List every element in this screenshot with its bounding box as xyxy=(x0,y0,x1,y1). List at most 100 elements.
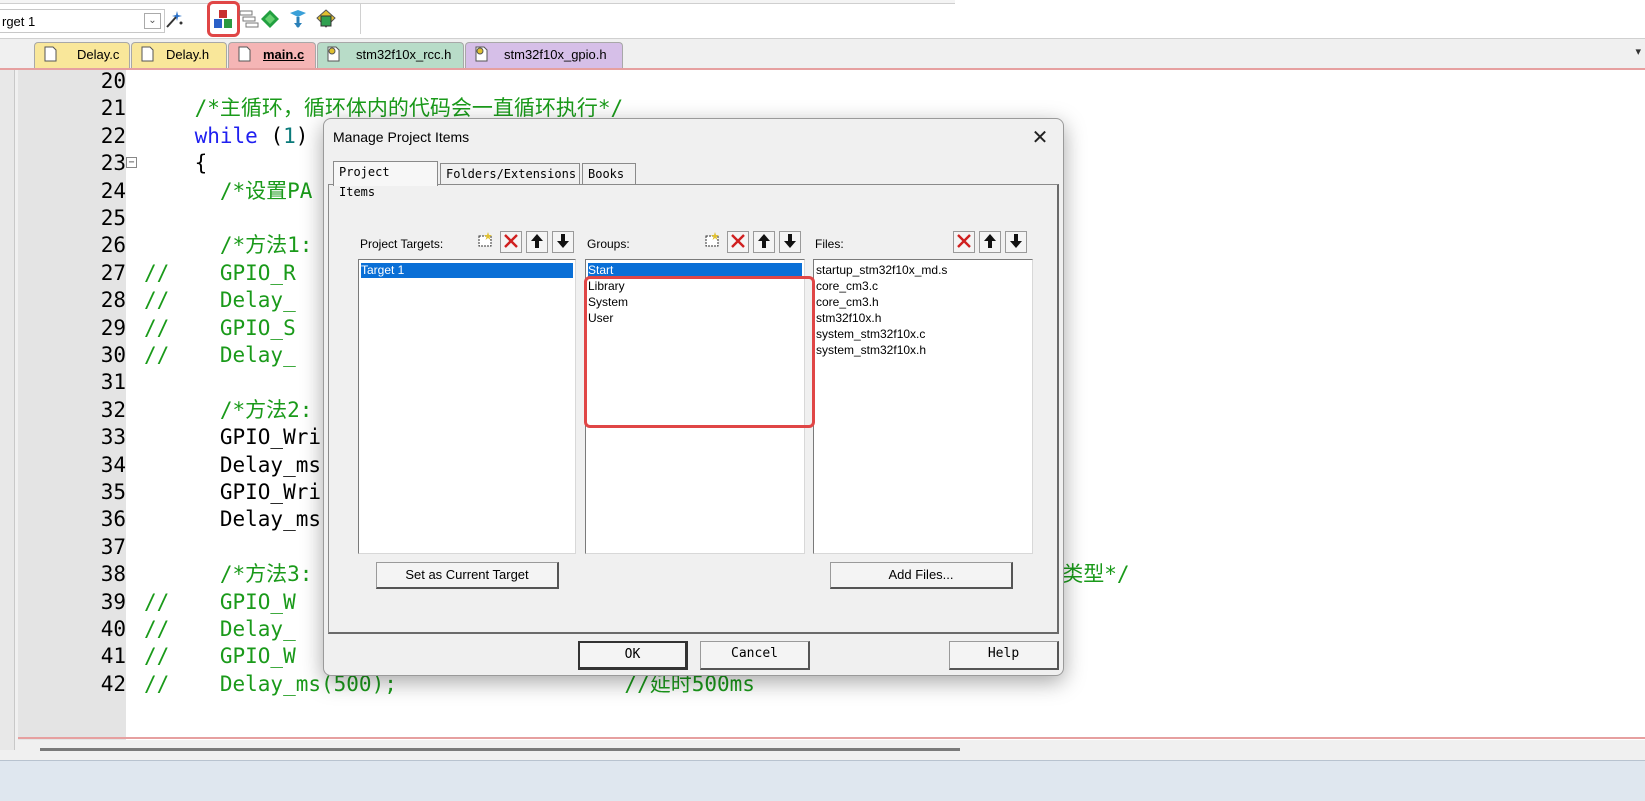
line-number: 30 xyxy=(100,343,126,367)
line-number: 38 xyxy=(100,562,126,587)
code-text: while (1) xyxy=(194,123,309,148)
file-item[interactable]: stm32f10x.h xyxy=(816,311,881,326)
tab-label: stm32f10x_gpio.h xyxy=(504,47,607,62)
file-item[interactable]: core_cm3.h xyxy=(816,295,879,310)
line-number: 40 xyxy=(100,617,126,641)
status-bar xyxy=(0,760,1645,801)
file-item[interactable]: system_stm32f10x.h xyxy=(816,343,926,358)
line-number: 20 xyxy=(100,70,126,93)
add-files-button[interactable]: Add Files... xyxy=(830,562,1013,589)
download-icon[interactable] xyxy=(287,8,309,30)
delete-file-icon[interactable] xyxy=(953,231,975,253)
close-icon[interactable]: ✕ xyxy=(1025,124,1055,152)
files-label: Files: xyxy=(815,237,844,251)
line-number: 29 xyxy=(100,315,126,340)
editor-bottom-border xyxy=(18,737,1645,739)
targets-listbox[interactable]: Target 1 xyxy=(358,259,576,554)
move-up-icon[interactable] xyxy=(979,231,1001,253)
pack-installer-icon[interactable] xyxy=(315,8,337,30)
line-number: 34 xyxy=(100,452,126,477)
toolbar-highlight-box xyxy=(207,1,240,37)
line-number: 31 xyxy=(100,370,126,395)
line-number: 21 xyxy=(100,96,126,121)
chevron-down-icon[interactable]: ⌄ xyxy=(144,13,161,29)
tab-stm32f10x-rcc-h[interactable]: stm32f10x_rcc.h xyxy=(317,42,464,68)
line-number: 26 xyxy=(100,233,126,258)
code-text: // Delay_ xyxy=(144,617,296,641)
line-number: 25 xyxy=(100,206,126,230)
line-number: 36 xyxy=(100,507,126,532)
set-as-current-target-button[interactable]: Set as Current Target xyxy=(376,562,559,589)
chevron-down-icon[interactable]: ▾ xyxy=(1635,45,1641,58)
code-text: Delay_ms xyxy=(144,452,322,477)
move-down-icon[interactable] xyxy=(1005,231,1027,253)
magic-wand-icon[interactable] xyxy=(163,8,185,30)
line-number: 42 xyxy=(100,671,126,696)
toolbar: rget 1 ⌄ xyxy=(0,0,1645,39)
stack-icon[interactable] xyxy=(238,8,260,30)
target-item[interactable]: Target 1 xyxy=(361,263,573,278)
file-item[interactable]: core_cm3.c xyxy=(816,279,878,294)
tab-books[interactable]: Books xyxy=(582,163,636,185)
fold-toggle-icon[interactable]: − xyxy=(126,157,137,169)
toolbar-separator xyxy=(360,4,361,34)
move-up-icon[interactable] xyxy=(526,231,548,253)
window-top-edge xyxy=(0,0,955,4)
code-text: // Delay_ xyxy=(144,343,296,367)
target-select[interactable]: rget 1 ⌄ xyxy=(0,9,165,33)
horizontal-scrollbar[interactable] xyxy=(40,748,960,751)
tab-delay-c[interactable]: Delay.c xyxy=(34,42,130,68)
tab-main-c[interactable]: main.c xyxy=(228,42,316,68)
green-diamond-icon[interactable] xyxy=(259,8,281,30)
delete-group-icon[interactable] xyxy=(727,231,749,253)
dialog-title: Manage Project Items xyxy=(333,129,470,145)
line-number: 24 xyxy=(100,178,126,203)
ok-button[interactable]: OK xyxy=(578,641,688,670)
code-text: /*设置PA xyxy=(144,178,313,203)
tab-label: Delay.c xyxy=(77,47,120,62)
header-file-icon xyxy=(475,46,488,62)
tab-stm32f10x-gpio-h[interactable]: stm32f10x_gpio.h xyxy=(465,42,623,68)
file-item[interactable]: system_stm32f10x.c xyxy=(816,327,925,342)
line-number: 27 xyxy=(100,260,126,285)
code-text: // Delay_ xyxy=(144,288,296,313)
new-target-icon[interactable] xyxy=(474,231,496,253)
line-number: 35 xyxy=(100,480,126,504)
tab-folders-extensions[interactable]: Folders/Extensions xyxy=(440,163,580,185)
target-select-value: rget 1 xyxy=(2,14,36,29)
line-number: 32 xyxy=(100,397,126,422)
code-text: { xyxy=(144,151,208,176)
line-number: 37 xyxy=(100,534,126,559)
left-panel-strip xyxy=(0,70,15,750)
tab-label: stm32f10x_rcc.h xyxy=(356,47,452,62)
groups-highlight-box xyxy=(584,276,815,428)
file-icon xyxy=(141,46,154,62)
file-tab-bar: Delay.c Delay.h main.c stm32f10x_rcc.h s… xyxy=(0,39,1645,70)
line-number: 41 xyxy=(100,644,126,669)
file-icon xyxy=(44,46,57,62)
delete-target-icon[interactable] xyxy=(500,231,522,253)
code-text: Delay_ms xyxy=(144,507,322,532)
tab-project-items[interactable]: Project Items xyxy=(333,161,438,199)
file-icon xyxy=(238,46,251,62)
line-number: 28 xyxy=(100,288,126,313)
line-number: 39 xyxy=(100,589,126,614)
tab-label: Delay.h xyxy=(166,47,210,62)
move-down-icon[interactable] xyxy=(779,231,801,253)
move-up-icon[interactable] xyxy=(753,231,775,253)
code-line: 20 xyxy=(18,70,1645,95)
line-number: 23 xyxy=(100,151,126,176)
help-button[interactable]: Help xyxy=(949,641,1059,670)
manage-project-items-dialog: Manage Project Items ✕ Project Items Fol… xyxy=(323,118,1064,676)
groups-label: Groups: xyxy=(587,237,630,251)
tab-delay-h[interactable]: Delay.h xyxy=(131,42,227,68)
file-item[interactable]: startup_stm32f10x_md.s xyxy=(816,263,947,278)
cancel-button[interactable]: Cancel xyxy=(700,641,810,670)
project-targets-label: Project Targets: xyxy=(360,237,444,251)
line-number: 22 xyxy=(100,123,126,148)
tab-label: main.c xyxy=(263,47,305,62)
new-group-icon[interactable] xyxy=(701,231,723,253)
files-listbox[interactable]: startup_stm32f10x_md.s core_cm3.c core_c… xyxy=(813,259,1033,554)
move-down-icon[interactable] xyxy=(552,231,574,253)
header-file-icon xyxy=(327,46,340,62)
